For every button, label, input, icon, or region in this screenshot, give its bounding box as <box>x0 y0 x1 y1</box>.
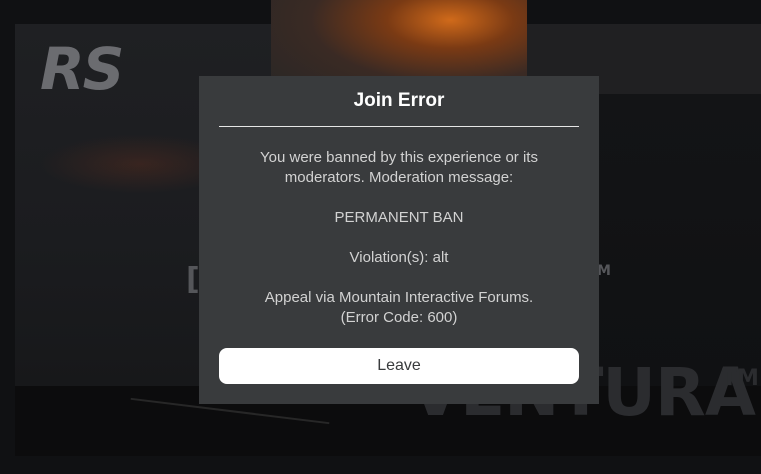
ban-reason-text: You were banned by this experience or it… <box>260 149 538 186</box>
background-logo: RS <box>40 35 124 103</box>
background-trademark: TM <box>722 366 759 391</box>
error-code: (Error Code: 600) <box>340 309 458 326</box>
moderation-message-text: PERMANENT BAN <box>334 209 464 226</box>
violation-text: Violation(s): alt <box>349 249 449 266</box>
appeal-instructions: Appeal via Mountain Interactive Forums. <box>264 289 534 306</box>
background-partial-text: M <box>597 263 611 279</box>
leave-button[interactable]: Leave <box>219 348 579 384</box>
appeal-text: Appeal via Mountain Interactive Forums. … <box>219 288 579 328</box>
dialog-title: Join Error <box>353 90 445 111</box>
join-error-dialog: Join Error You were banned by this exper… <box>199 76 599 404</box>
dialog-message: You were banned by this experience or it… <box>219 127 579 328</box>
background-bracket-text: [ <box>186 262 200 297</box>
